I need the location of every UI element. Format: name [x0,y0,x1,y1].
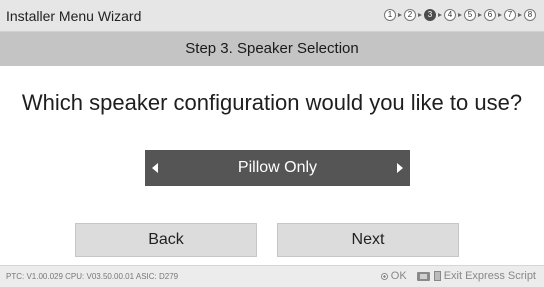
step-arrow-icon [398,13,402,17]
step-5-indicator: 5 [464,9,476,21]
right-arrow-icon[interactable] [397,163,403,173]
speaker-config-selector[interactable]: Pillow Only [145,150,410,186]
footer-hints: OK Exit Express Script [380,270,536,282]
step-arrow-icon [418,13,422,17]
next-button[interactable]: Next [277,223,459,257]
step-indicator: 1 2 3 4 5 6 7 8 [384,9,536,21]
step-8-indicator: 8 [524,9,536,21]
installer-wizard-screen: Installer Menu Wizard 1 2 3 4 5 6 7 8 St… [0,0,544,287]
step-title: Step 3. Speaker Selection [0,32,544,66]
step-arrow-icon [478,13,482,17]
exit-hint-label: Exit Express Script [443,270,536,282]
ok-button-icon [380,272,388,280]
step-7-indicator: 7 [504,9,516,21]
title-bar: Installer Menu Wizard 1 2 3 4 5 6 7 8 [0,0,544,32]
window-title: Installer Menu Wizard [6,8,142,24]
step-3-indicator: 3 [424,9,436,21]
document-icon [433,271,441,281]
selector-value: Pillow Only [237,159,318,176]
ok-hint-label: OK [390,270,407,282]
step-arrow-icon [458,13,462,17]
exit-key-icon [416,271,430,281]
step-1-indicator: 1 [384,9,396,21]
step-arrow-icon [438,13,442,17]
back-button[interactable]: Back [75,223,257,257]
question-text: Which speaker configuration would you li… [21,90,523,115]
step-4-indicator: 4 [444,9,456,21]
step-arrow-icon [518,13,522,17]
version-info: PTC: V1.00.029 CPU: V03.50.00.01 ASIC: D… [6,272,179,281]
footer-bar: PTC: V1.00.029 CPU: V03.50.00.01 ASIC: D… [0,265,544,287]
step-6-indicator: 6 [484,9,496,21]
step-arrow-icon [498,13,502,17]
step-2-indicator: 2 [404,9,416,21]
